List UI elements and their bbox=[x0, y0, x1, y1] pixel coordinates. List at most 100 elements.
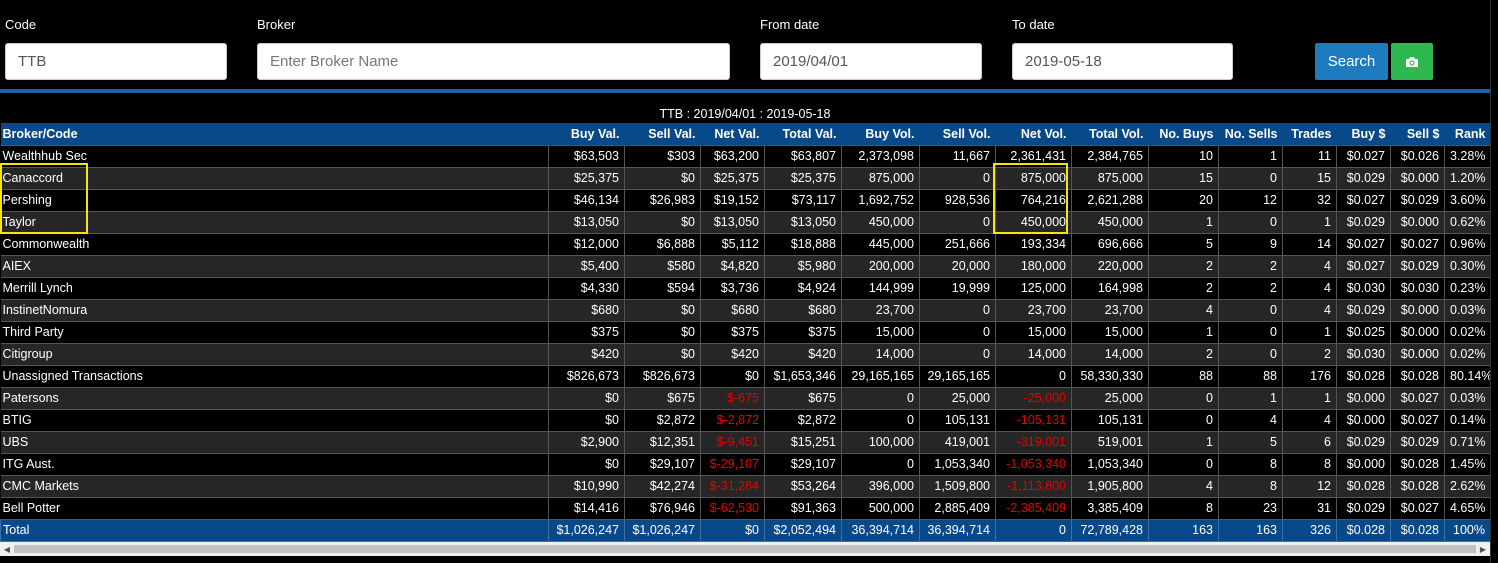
column-header[interactable]: No. Buys bbox=[1148, 123, 1219, 145]
table-row[interactable]: InstinetNomura $680 $0 $680 $680 23,700 0 23,70… bbox=[0, 298, 1491, 322]
table-row[interactable]: Third Party $375 $0 $375 $375 15,000 0 15,000 15… bbox=[0, 320, 1491, 344]
table-cell: 80.14% bbox=[1444, 364, 1491, 388]
table-row[interactable]: Canaccord $25,375 $0 $25,375 $25,375 875,000 0… bbox=[0, 166, 1491, 190]
column-header[interactable]: Sell Vol. bbox=[919, 123, 996, 145]
table-cell: $375 bbox=[700, 320, 765, 344]
total-cell: 36,394,714 bbox=[841, 518, 920, 542]
scrollbar-thumb[interactable] bbox=[14, 545, 1476, 553]
column-header[interactable]: Sell Val. bbox=[624, 123, 701, 145]
table-cell: 2 bbox=[1282, 342, 1337, 366]
table-row[interactable]: Unassigned Transactions $826,673 $826,673 $… bbox=[0, 364, 1491, 388]
column-header[interactable]: Broker/Code bbox=[0, 123, 549, 145]
horizontal-scrollbar[interactable]: ◀ ▶ bbox=[0, 542, 1490, 556]
table-row[interactable]: Bell Potter $14,416 $76,946 $-62,530 $91,363… bbox=[0, 496, 1491, 520]
broker-name-cell: Wealthhub Sec bbox=[0, 144, 549, 168]
to-date-input[interactable] bbox=[1012, 43, 1233, 80]
table-cell: $0.000 bbox=[1390, 320, 1445, 344]
table-cell: 20,000 bbox=[919, 254, 996, 278]
table-cell: $420 bbox=[700, 342, 765, 366]
column-header[interactable]: Total Val. bbox=[764, 123, 842, 145]
table-cell: 875,000 bbox=[841, 166, 920, 190]
table-cell: $0.027 bbox=[1336, 232, 1391, 256]
table-cell: 0 bbox=[841, 452, 920, 476]
table-cell: 0.02% bbox=[1444, 342, 1491, 366]
table-cell: 0 bbox=[919, 298, 996, 322]
table-cell: 0 bbox=[841, 386, 920, 410]
table-cell: 0 bbox=[1218, 298, 1283, 322]
table-cell: $0.030 bbox=[1336, 276, 1391, 300]
table-cell: $0.028 bbox=[1390, 474, 1445, 498]
table-cell: $0.000 bbox=[1390, 210, 1445, 234]
table-cell: $-29,107 bbox=[700, 452, 765, 476]
table-row[interactable]: Citigroup $420 $0 $420 $420 14,000 0 14,000 14,0… bbox=[0, 342, 1491, 366]
vertical-scroll-track bbox=[1490, 0, 1498, 563]
table-cell: 176 bbox=[1282, 364, 1337, 388]
table-cell: 500,000 bbox=[841, 496, 920, 520]
table-cell: -25,000 bbox=[995, 386, 1072, 410]
table-row[interactable]: CMC Markets $10,990 $42,274 $-31,284 $53,264… bbox=[0, 474, 1491, 498]
column-header[interactable]: Total Vol. bbox=[1071, 123, 1149, 145]
code-input[interactable] bbox=[5, 43, 227, 80]
table-cell: 0.23% bbox=[1444, 276, 1491, 300]
table-cell: 450,000 bbox=[841, 210, 920, 234]
table-cell: 875,000 bbox=[1071, 166, 1149, 190]
table-row[interactable]: BTIG $0 $2,872 $-2,872 $2,872 0 105,131 -105,13… bbox=[0, 408, 1491, 432]
table-cell: 32 bbox=[1282, 188, 1337, 212]
broker-input[interactable] bbox=[257, 43, 730, 80]
column-header[interactable]: Net Vol. bbox=[995, 123, 1072, 145]
table-cell: $0.029 bbox=[1336, 430, 1391, 454]
column-header[interactable]: Buy $ bbox=[1336, 123, 1391, 145]
column-header[interactable]: Buy Val. bbox=[548, 123, 625, 145]
table-cell: 2 bbox=[1218, 254, 1283, 278]
table-cell: $46,134 bbox=[548, 188, 625, 212]
column-header[interactable]: Trades bbox=[1282, 123, 1337, 145]
broker-name-cell: Commonwealth bbox=[0, 232, 549, 256]
table-cell: 14,000 bbox=[1071, 342, 1149, 366]
column-header[interactable]: No. Sells bbox=[1218, 123, 1283, 145]
table-row[interactable]: Merrill Lynch $4,330 $594 $3,736 $4,924 144,9… bbox=[0, 276, 1491, 300]
table-cell: 180,000 bbox=[995, 254, 1072, 278]
camera-button[interactable] bbox=[1391, 43, 1433, 80]
column-header[interactable]: Rank bbox=[1444, 123, 1491, 145]
column-header[interactable]: Sell $ bbox=[1390, 123, 1445, 145]
table-cell: 15 bbox=[1148, 166, 1219, 190]
column-header[interactable]: Net Val. bbox=[700, 123, 765, 145]
table-cell: -105,131 bbox=[995, 408, 1072, 432]
table-row[interactable]: Taylor $13,050 $0 $13,050 $13,050 450,000 0 450… bbox=[0, 210, 1491, 234]
table-cell: $25,375 bbox=[764, 166, 842, 190]
table-row[interactable]: ITG Aust. $0 $29,107 $-29,107 $29,107 0 1,053,… bbox=[0, 452, 1491, 476]
scroll-left-icon[interactable]: ◀ bbox=[0, 542, 14, 556]
table-row[interactable]: Pershing $46,134 $26,983 $19,152 $73,117 1,69… bbox=[0, 188, 1491, 212]
search-button[interactable]: Search bbox=[1315, 43, 1388, 80]
table-cell: 1 bbox=[1282, 386, 1337, 410]
table-row[interactable]: Patersons $0 $675 $-675 $675 0 25,000 -25,000 25… bbox=[0, 386, 1491, 410]
table-cell: $5,112 bbox=[700, 232, 765, 256]
table-cell: $4,924 bbox=[764, 276, 842, 300]
column-header[interactable]: Buy Vol. bbox=[841, 123, 920, 145]
table-row[interactable]: Commonwealth $12,000 $6,888 $5,112 $18,888 44… bbox=[0, 232, 1491, 256]
table-cell: 1 bbox=[1282, 210, 1337, 234]
table-cell: $0.026 bbox=[1390, 144, 1445, 168]
table-cell: 1.45% bbox=[1444, 452, 1491, 476]
broker-name-cell: Bell Potter bbox=[0, 496, 549, 520]
table-cell: 2 bbox=[1148, 254, 1219, 278]
table-cell: $4,330 bbox=[548, 276, 625, 300]
scroll-right-icon[interactable]: ▶ bbox=[1476, 542, 1490, 556]
table-cell: $0.029 bbox=[1390, 188, 1445, 212]
table-cell: $826,673 bbox=[624, 364, 701, 388]
table-cell: 4 bbox=[1282, 254, 1337, 278]
table-cell: $1,653,346 bbox=[764, 364, 842, 388]
table-cell: $73,117 bbox=[764, 188, 842, 212]
table-cell: 4.65% bbox=[1444, 496, 1491, 520]
table-cell: $13,050 bbox=[548, 210, 625, 234]
table-row[interactable]: UBS $2,900 $12,351 $-9,451 $15,251 100,000 419… bbox=[0, 430, 1491, 454]
from-date-input[interactable] bbox=[760, 43, 982, 80]
table-cell: 3.60% bbox=[1444, 188, 1491, 212]
table-cell: 8 bbox=[1218, 474, 1283, 498]
table-cell: 4 bbox=[1218, 408, 1283, 432]
table-cell: $12,351 bbox=[624, 430, 701, 454]
table-cell: $-31,284 bbox=[700, 474, 765, 498]
broker-label: Broker bbox=[257, 17, 296, 32]
table-row[interactable]: AIEX $5,400 $580 $4,820 $5,980 200,000 20,000 1… bbox=[0, 254, 1491, 278]
table-row[interactable]: Wealthhub Sec $63,503 $303 $63,200 $63,807 2,… bbox=[0, 144, 1491, 168]
